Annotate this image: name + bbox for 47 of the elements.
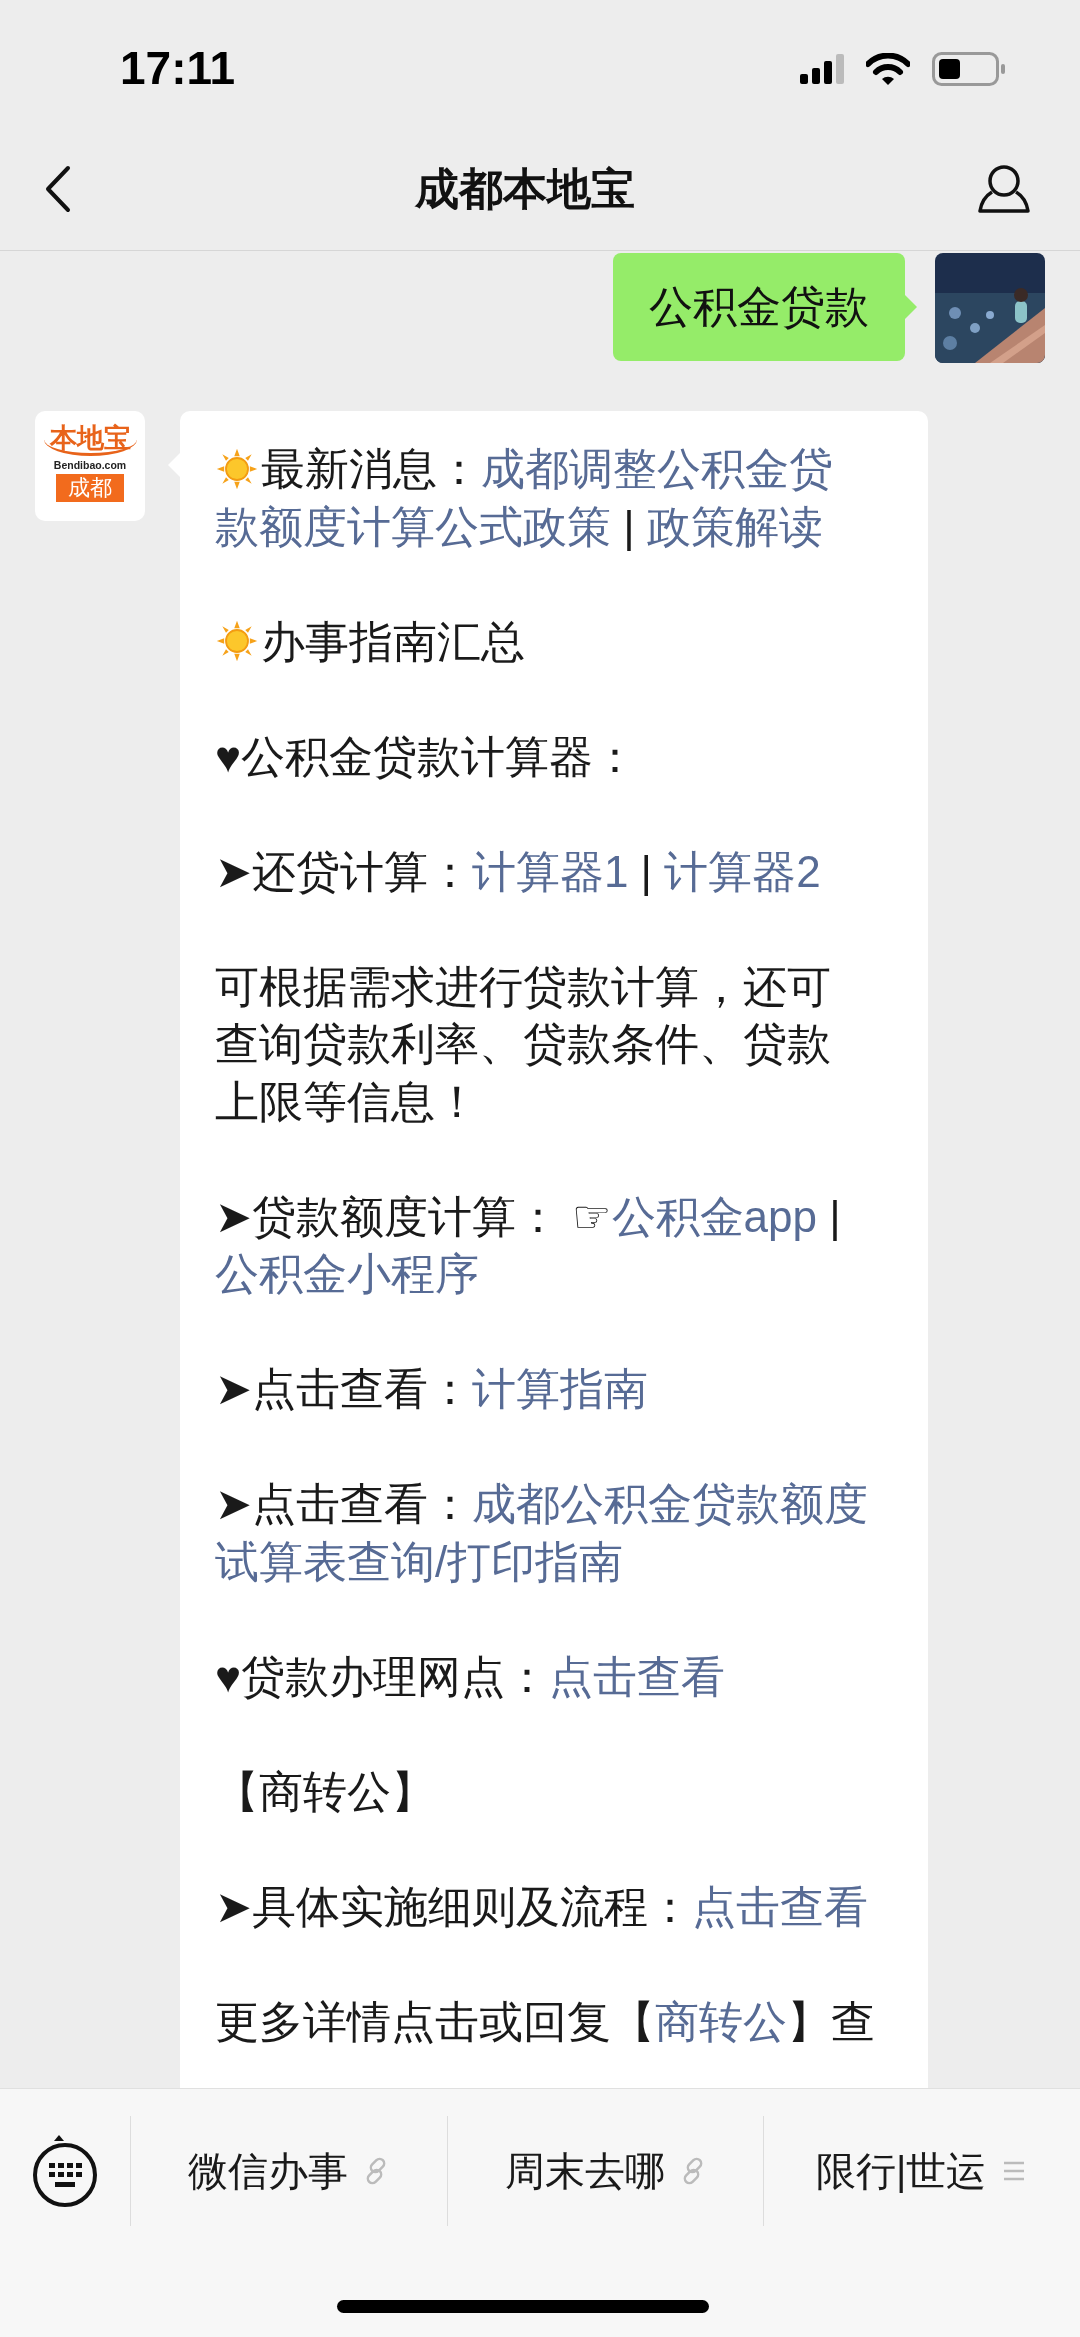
message-text: ➤还贷计算：: [215, 845, 472, 898]
message-text: 】查: [787, 1995, 875, 2048]
signal-icon: [800, 54, 844, 84]
logo-city: 成都: [56, 474, 124, 502]
logo-domain: Bendibao.com: [53, 458, 127, 472]
message-text: |: [828, 1190, 841, 1243]
message-text: 【商转公】: [215, 1765, 435, 1818]
clock: 17:11: [120, 41, 237, 95]
message-text: ➤点击查看：: [215, 1363, 472, 1415]
message-link[interactable]: 成都公积金贷款额度: [471, 1475, 868, 1533]
message-link[interactable]: 计算器1: [471, 842, 629, 900]
message-link[interactable]: 公积金app: [611, 1187, 817, 1245]
message-text: 查询贷款利率、贷款条件、贷款: [215, 1018, 831, 1070]
message-link[interactable]: 点击查看: [549, 1647, 726, 1705]
message-bubble: 公积金贷款: [613, 253, 905, 361]
battery-icon: [932, 52, 1006, 86]
message-link[interactable]: 公积金小程序: [215, 1245, 479, 1303]
message-link[interactable]: 计算指南: [471, 1360, 648, 1418]
profile-icon[interactable]: [978, 164, 1030, 214]
message-text: 办事指南汇总: [261, 615, 525, 668]
message-link[interactable]: 试算表查询/打印指南: [215, 1532, 624, 1590]
menu-item[interactable]: 微信办事: [131, 2116, 448, 2226]
message-text: |: [639, 845, 653, 898]
message-link[interactable]: 商转公: [655, 1992, 787, 2050]
message-text: |: [622, 500, 636, 553]
message-text: ➤具体实施细则及流程：: [215, 1880, 692, 1933]
message-link[interactable]: 计算器2: [664, 842, 821, 900]
chat-title: 成都本地宝: [415, 162, 635, 215]
back-icon[interactable]: [44, 165, 72, 213]
message-text: ♥贷款办理网点：: [215, 1650, 550, 1703]
logo-text: 本地宝: [43, 423, 137, 456]
message-text: ♥公积金贷款计算器：: [215, 730, 638, 783]
menu-item[interactable]: 周末去哪: [447, 2116, 765, 2226]
wifi-icon: [866, 53, 910, 85]
message-text: 最新消息：: [261, 443, 481, 495]
message-text: ➤贷款额度计算： ☞: [215, 1190, 612, 1243]
bubble-tail: [905, 295, 917, 319]
message-link[interactable]: 成都调整公积金贷: [481, 440, 833, 498]
message-text: 更多详情点击或回复【: [215, 1995, 655, 2048]
keyboard-icon[interactable]: [33, 2135, 97, 2207]
message-text: 上限等信息！: [215, 1075, 479, 1128]
menu-item[interactable]: 限行|世运: [764, 2116, 1080, 2226]
message-text: 可根据需求进行贷款计算，还可: [215, 960, 831, 1013]
message-link[interactable]: 政策解读: [646, 497, 823, 555]
message-link[interactable]: 点击查看: [691, 1877, 868, 1935]
message-link[interactable]: 款额度计算公式政策: [215, 497, 611, 555]
message-text: ➤点击查看：: [215, 1478, 472, 1530]
